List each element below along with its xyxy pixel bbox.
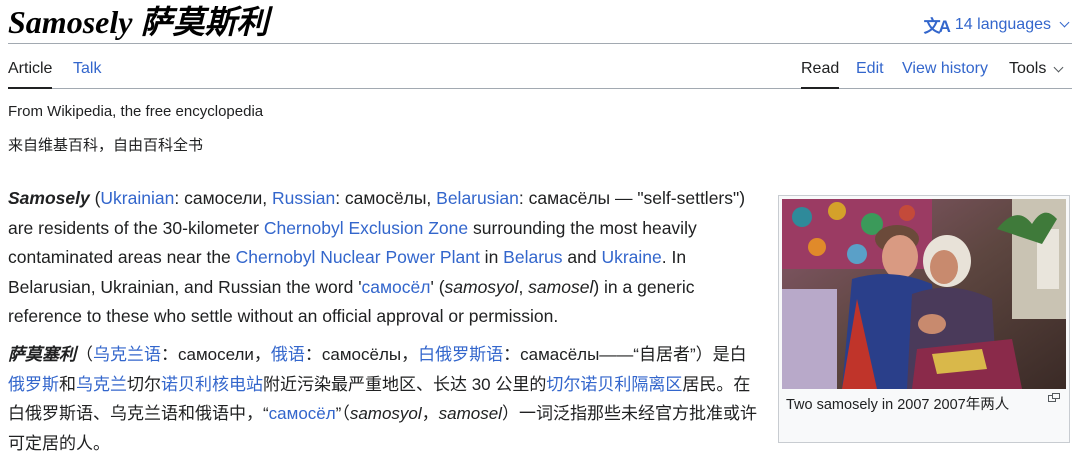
link-samosyol-zh[interactable]: самосёл xyxy=(269,404,336,423)
lead-paragraph-zh: 萨莫塞利（乌克兰语：самосели，俄语：самосёлы，白俄罗斯语：сам… xyxy=(8,340,758,458)
text: in xyxy=(479,247,504,267)
text: ：самосели， xyxy=(161,345,271,364)
lead-paragraph-en: Samosely (Ukrainian: самосели, Russian: … xyxy=(8,184,758,332)
page-tabs: Article Talk Read Edit View history Tool… xyxy=(8,44,1072,89)
link-belarus[interactable]: Belarus xyxy=(503,247,562,267)
photo-image xyxy=(782,199,1066,389)
languages-label: 14 languages xyxy=(954,15,1051,33)
site-tagline-zh: 来自维基百科，自由百科全书 xyxy=(8,137,204,154)
text: ， xyxy=(421,404,439,423)
infobox: Two samosely in 2007 2007年两人 xyxy=(778,195,1070,443)
italic-text: samosyol xyxy=(349,404,422,423)
link-ukraine-zh[interactable]: 乌克兰 xyxy=(76,375,127,394)
text: 和 xyxy=(59,374,76,394)
link-chernobyl-exclusion-zone[interactable]: Chernobyl Exclusion Zone xyxy=(264,218,468,238)
link-nuclear-plant-zh[interactable]: 诺贝利核电站 xyxy=(161,375,263,394)
photo-caption: Two samosely in 2007 2007年两人 xyxy=(782,389,1066,416)
link-russia-zh[interactable]: 俄罗斯 xyxy=(8,375,59,394)
text: 切尔 xyxy=(127,374,161,394)
link-exclusion-zone-zh[interactable]: 切尔诺贝利隔离区 xyxy=(546,375,682,394)
link-russian[interactable]: Russian xyxy=(272,188,335,208)
link-belarusian[interactable]: Belarusian xyxy=(436,188,519,208)
text: , xyxy=(518,276,529,297)
article-term-zh: 萨莫塞利 xyxy=(8,345,76,364)
link-ukraine[interactable]: Ukraine xyxy=(601,247,661,267)
tools-label: Tools xyxy=(1009,60,1047,77)
link-ukrainian[interactable]: Ukrainian xyxy=(100,188,174,208)
photo-two-samosely[interactable] xyxy=(782,199,1066,389)
text: ' ( xyxy=(430,276,445,297)
text: ( xyxy=(89,188,101,208)
caption-text: Two samosely in 2007 2007年两人 xyxy=(786,397,1010,413)
link-chernobyl-nuclear-power-plant[interactable]: Chernobyl Nuclear Power Plant xyxy=(236,247,480,267)
page-title: Samosely 萨莫斯利 xyxy=(8,4,269,40)
tab-read[interactable]: Read xyxy=(801,59,840,89)
translate-icon: 文A xyxy=(923,17,951,36)
text: 附近污染最严重地区、长达 30 公里的 xyxy=(263,374,547,394)
tab-article[interactable]: Article xyxy=(8,59,53,89)
text: ：самасёлы——“自居者”）是白 xyxy=(503,345,747,364)
tab-edit[interactable]: Edit xyxy=(856,59,884,79)
link-samosyol[interactable]: самосёл xyxy=(362,277,431,297)
site-tagline: From Wikipedia, the free encyclopedia xyxy=(8,103,264,120)
italic-text: samosyol xyxy=(444,276,519,297)
chevron-down-icon xyxy=(1053,62,1064,72)
tab-view-history[interactable]: View history xyxy=(902,59,988,79)
languages-button[interactable]: 文A 14 languages xyxy=(923,12,1070,37)
tools-menu[interactable]: Tools xyxy=(1009,59,1064,79)
text: : самосели, xyxy=(174,188,272,208)
article-term: Samosely xyxy=(8,188,90,208)
title-bar: Samosely 萨莫斯利 文A 14 languages xyxy=(8,0,1072,44)
tab-talk[interactable]: Talk xyxy=(73,59,101,79)
link-russian-zh[interactable]: 俄语 xyxy=(271,345,305,364)
text: （ xyxy=(76,345,93,364)
chevron-down-icon xyxy=(1059,17,1070,28)
text: ：самосёлы， xyxy=(304,345,419,364)
text: and xyxy=(562,247,602,267)
text: ”（ xyxy=(335,404,350,423)
link-ukrainian-zh[interactable]: 乌克兰语 xyxy=(93,345,161,364)
link-belarusian-zh[interactable]: 白俄罗斯语 xyxy=(418,345,503,364)
italic-text: samosel xyxy=(528,276,594,297)
italic-text: samosel xyxy=(438,404,502,423)
enlarge-icon[interactable] xyxy=(1048,393,1060,402)
text: : самосёлы, xyxy=(335,188,437,208)
